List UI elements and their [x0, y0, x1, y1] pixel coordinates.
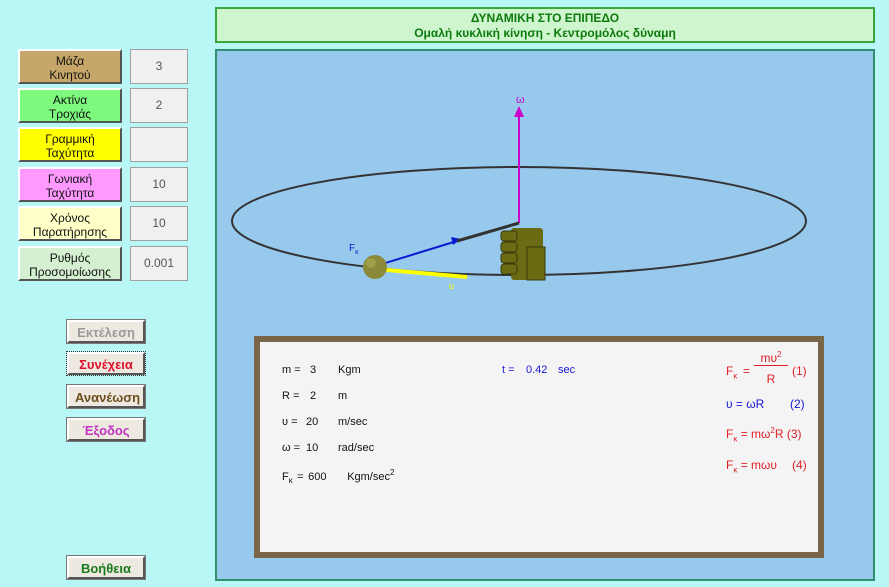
radius-field[interactable]: 2	[130, 88, 188, 123]
equation-2: υ = ωR (2)	[726, 397, 805, 411]
equation-3: Fκ = mω2R (3)	[726, 426, 802, 444]
mass-readout: m = 3 Kgm	[282, 364, 361, 376]
simulation-rate-field[interactable]: 0.001	[130, 246, 188, 281]
equation-1: Fκ = mυ2 R (1)	[726, 350, 807, 386]
force-readout: Fκ = 600 Kgm/sec2	[282, 468, 395, 485]
refresh-button[interactable]: Ανανέωση	[66, 384, 146, 409]
angular-velocity-readout: ω = 10 rad/sec	[282, 442, 375, 454]
run-button[interactable]: Εκτέλεση	[66, 319, 146, 344]
observation-time-field[interactable]: 10	[130, 206, 188, 241]
title-banner: ΔΥΝΑΜΙΚΗ ΣΤΟ ΕΠΙΠΕΔΟ Ομαλή κυκλική κίνησ…	[215, 7, 875, 43]
help-button[interactable]: Βοήθεια	[66, 555, 146, 580]
right-margin	[875, 49, 889, 581]
linear-velocity-field[interactable]	[130, 127, 188, 162]
equation-4: Fκ = mωυ (4)	[726, 458, 807, 475]
omega-arrowhead	[514, 106, 524, 117]
radius-readout: R = 2 m	[282, 390, 348, 402]
continue-button[interactable]: Συνέχεια	[66, 351, 146, 376]
angular-velocity-label: Γωνιακή Ταχύτητα	[18, 167, 122, 202]
angular-velocity-field[interactable]: 10	[130, 167, 188, 202]
radius-label: Ακτίνα Τροχιάς	[18, 88, 122, 123]
velocity-readout: υ = 20 m/sec	[282, 416, 368, 428]
hand-icon	[500, 228, 546, 281]
velocity-label: υ	[449, 281, 454, 291]
ball-highlight	[366, 258, 376, 268]
force-label: Fκ	[349, 243, 359, 256]
exit-button[interactable]: Έξοδος	[66, 417, 146, 442]
page-title: ΔΥΝΑΜΙΚΗ ΣΤΟ ΕΠΙΠΕΔΟ	[470, 11, 620, 25]
omega-label: ω	[516, 94, 525, 106]
force-vector	[378, 240, 458, 266]
moving-ball	[363, 255, 387, 279]
linear-velocity-label: Γραμμική Ταχύτητα	[18, 127, 122, 162]
time-readout: t = 0.42 sec	[502, 364, 576, 376]
mass-label: Μάζα Κινητού	[18, 49, 122, 84]
info-panel: m = 3 Kgm R = 2 m υ = 20 m/sec ω = 10 rad/sec Fκ…	[254, 336, 824, 558]
simulation-rate-label: Ρυθμός Προσομοίωσης	[18, 246, 122, 281]
observation-time-label: Χρόνος Παρατήρησης	[18, 206, 122, 241]
mass-field[interactable]: 3	[130, 49, 188, 84]
page-subtitle: Ομαλή κυκλική κίνηση - Κεντρομόλος δύναμ…	[414, 26, 676, 40]
